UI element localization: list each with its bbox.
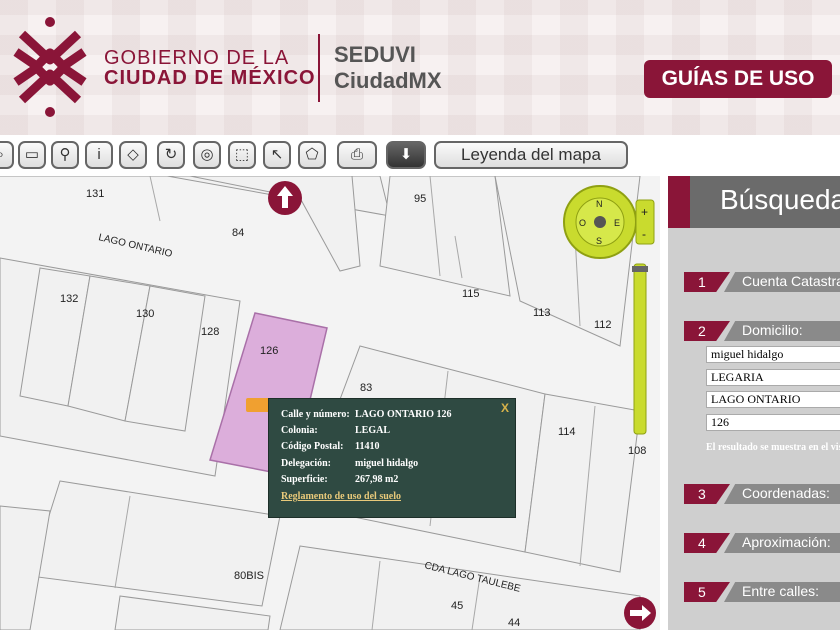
eraser-icon[interactable]: ◇ xyxy=(119,141,147,169)
step-label: Aproximación: xyxy=(742,534,831,550)
next-arrow-icon[interactable] xyxy=(624,597,656,629)
lot-number: 115 xyxy=(462,288,480,300)
compass-east: E xyxy=(614,218,620,228)
zoom-icon[interactable]: ⌕ xyxy=(0,141,14,169)
lot-number: 80BIS xyxy=(234,570,264,582)
step-label: Cuenta Catastral: xyxy=(742,273,840,289)
lot-number: 126 xyxy=(260,345,278,357)
select-rect-icon[interactable]: ⬚ xyxy=(228,141,256,169)
info-icon[interactable]: i xyxy=(85,141,113,169)
compass-west: O xyxy=(579,218,586,228)
map-viewer[interactable]: LAGO ONTARIO CDA LAGO TAULEBE 131 84 95 … xyxy=(0,176,660,630)
popup-value-cp: 11410 xyxy=(355,441,380,452)
gov-title-line2: CIUDAD DE MÉXICO xyxy=(104,67,316,89)
lot-number: 131 xyxy=(86,188,104,200)
compass-pan-control[interactable]: N S E O xyxy=(563,185,637,259)
guides-button[interactable]: GUÍAS DE USO xyxy=(644,60,832,98)
popup-value-superficie: 267,98 m2 xyxy=(355,474,399,485)
north-arrow-icon xyxy=(268,181,302,215)
header: GOBIERNO DE LA CIUDAD DE MÉXICO SEDUVI C… xyxy=(0,0,840,135)
map-toolbar: ⌕ ▭ ⚲ i ◇ ↻ ◎ ⬚ ↖ ⬠ ⎙ ⬇ Leyenda del mapa xyxy=(0,138,840,174)
step-number: 3 xyxy=(684,484,730,504)
step-label: Entre calles: xyxy=(742,583,820,599)
step-label: Coordenadas: xyxy=(742,485,830,501)
lot-number: 95 xyxy=(414,193,426,205)
popup-label: Delegación: xyxy=(281,458,331,469)
search-panel-title: Búsqueda xyxy=(720,184,840,215)
lot-number: 132 xyxy=(60,293,78,305)
parcel-info-popup: X Calle y número: LAGO ONTARIO 126 Coloni… xyxy=(268,398,516,518)
step-number: 2 xyxy=(684,321,730,341)
popup-label: Código Postal: xyxy=(281,441,344,452)
lot-number: 113 xyxy=(533,307,551,319)
popup-label: Superficie: xyxy=(281,474,328,485)
step-aproximacion[interactable]: 4 Aproximación: xyxy=(684,533,840,553)
zoom-in-button[interactable]: + xyxy=(641,205,648,219)
delegacion-field[interactable]: miguel hidalgo xyxy=(706,346,840,363)
lot-number: 130 xyxy=(136,308,154,320)
colonia-field[interactable]: LEGARIA xyxy=(706,369,840,386)
header-divider xyxy=(318,34,320,102)
numero-field[interactable]: 126 xyxy=(706,414,840,431)
lot-number: 108 xyxy=(628,445,646,457)
result-note: El resultado se muestra en el visor xyxy=(706,442,840,453)
step-number: 5 xyxy=(684,582,730,602)
download-icon[interactable]: ⬇ xyxy=(386,141,426,169)
zoom-buttons[interactable]: + - xyxy=(635,199,655,245)
lot-number: 112 xyxy=(594,319,612,331)
target-icon[interactable]: ◎ xyxy=(193,141,221,169)
select-poly-icon[interactable]: ⬠ xyxy=(298,141,326,169)
step-coordenadas[interactable]: 3 Coordenadas: xyxy=(684,484,840,504)
popup-value-calle: LAGO ONTARIO 126 xyxy=(355,409,452,420)
step-number: 1 xyxy=(684,272,730,292)
lot-number: 45 xyxy=(451,600,463,612)
compass-north: N xyxy=(596,199,603,209)
zoom-slider[interactable] xyxy=(632,263,648,435)
popup-value-delegacion: miguel hidalgo xyxy=(355,458,419,469)
lot-number: 128 xyxy=(201,326,219,338)
cdmx-logo-icon xyxy=(13,17,87,117)
search-panel: Búsqueda 1 Cuenta Catastral: 2 Domicilio… xyxy=(668,176,840,630)
step-cuenta-catastral[interactable]: 1 Cuenta Catastral: xyxy=(684,272,840,292)
zoom-out-button[interactable]: - xyxy=(642,227,646,241)
lot-number: 114 xyxy=(558,426,576,438)
refresh-icon[interactable]: ↻ xyxy=(157,141,185,169)
app-title-ciudadmx: CiudadMX xyxy=(334,68,442,93)
calle-field[interactable]: LAGO ONTARIO xyxy=(706,391,840,408)
step-number: 4 xyxy=(684,533,730,553)
step-domicilio[interactable]: 2 Domicilio: xyxy=(684,321,840,341)
popup-close-button[interactable]: X xyxy=(501,401,509,415)
lot-number: 84 xyxy=(232,227,244,239)
lot-number: 83 xyxy=(360,382,372,394)
popup-label: Calle y número: xyxy=(281,409,350,420)
step-entre-calles[interactable]: 5 Entre calles: xyxy=(684,582,840,602)
print-icon[interactable]: ⎙ xyxy=(337,141,377,169)
street-label-lago-ontario: LAGO ONTARIO xyxy=(97,232,173,260)
popup-value-colonia: LEGAL xyxy=(355,425,391,436)
ruler-icon[interactable]: ▭ xyxy=(18,141,46,169)
app-title-seduvi: SEDUVI xyxy=(334,42,416,67)
land-use-regulation-link[interactable]: Reglamento de uso del suelo xyxy=(281,491,401,502)
pin-icon[interactable]: ⚲ xyxy=(51,141,79,169)
compass-south: S xyxy=(596,236,602,246)
lot-number: 44 xyxy=(508,617,520,629)
map-legend-button[interactable]: Leyenda del mapa xyxy=(434,141,628,169)
zoom-slider-handle[interactable] xyxy=(632,266,648,272)
popup-label: Colonia: xyxy=(281,425,318,436)
step-label: Domicilio: xyxy=(742,322,803,338)
select-pointer-icon[interactable]: ↖ xyxy=(263,141,291,169)
search-panel-header: Búsqueda xyxy=(668,176,840,228)
